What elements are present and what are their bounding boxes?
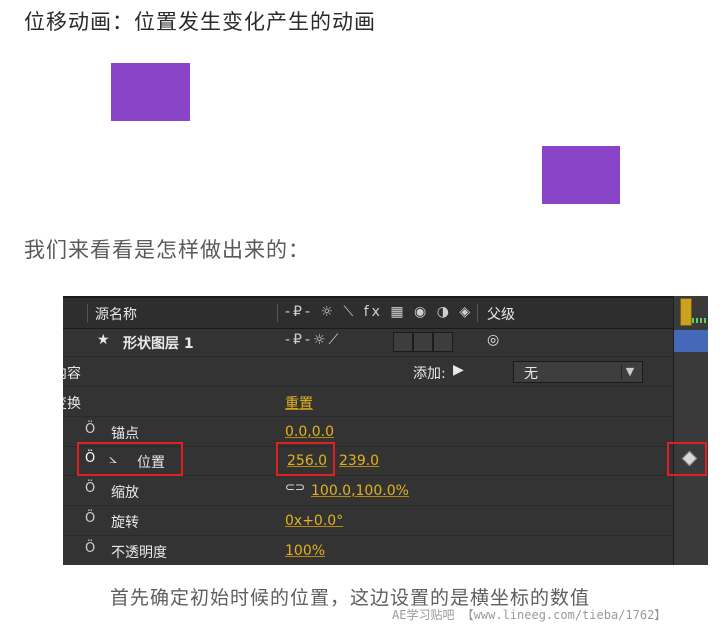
layer-switch-icons[interactable]: -₽-☼⟋ [285, 332, 341, 348]
column-parent[interactable]: 父级 [487, 304, 515, 324]
opacity-value[interactable]: 100% [285, 543, 325, 559]
layer-name[interactable]: 形状图层 1 [123, 333, 194, 353]
opacity-label: 不透明度 [111, 545, 167, 561]
page-heading: 位移动画：位置发生变化产生的动画 [24, 10, 376, 34]
highlight-position-label [77, 442, 183, 476]
switch-box[interactable] [393, 332, 413, 352]
timeline-track[interactable] [673, 296, 708, 565]
column-divider [277, 304, 278, 322]
rotation-value[interactable]: 0x+0.0° [285, 513, 343, 529]
transform-row[interactable]: 变换 重置 [63, 387, 673, 417]
scale-label: 缩放 [111, 485, 139, 501]
switch-box[interactable] [413, 332, 433, 352]
anchor-point-value[interactable]: 0.0,0.0 [285, 424, 334, 440]
stopwatch-icon[interactable]: Ö [85, 541, 95, 556]
reset-link[interactable]: 重置 [285, 393, 313, 413]
anchor-point-label: 锚点 [111, 426, 139, 442]
work-area-start-handle[interactable] [680, 298, 692, 326]
column-source-name[interactable]: 源名称 [95, 304, 137, 324]
contents-label: 内容 [63, 366, 81, 382]
stopwatch-icon[interactable]: Ö [85, 422, 95, 437]
column-divider [477, 304, 478, 322]
contents-row[interactable]: 内容 添加: ▶ [63, 357, 673, 387]
add-label: 添加: [413, 366, 446, 382]
layer-duration-bar[interactable] [674, 330, 708, 352]
layer-switches-icons: -₽- ☼ ⟍ fx ▦ ◉ ◑ ◈ [285, 304, 474, 320]
add-play-icon[interactable]: ▶ [453, 362, 464, 378]
column-divider [87, 304, 88, 322]
purple-square-end [542, 146, 620, 204]
highlight-keyframe [667, 442, 707, 476]
render-bar [692, 318, 708, 323]
timeline-panel: 源名称 -₽- ☼ ⟍ fx ▦ ◉ ◑ ◈ 父级 ★ 形状图层 1 -₽-☼⟋… [63, 296, 708, 565]
rotation-row: Ö 旋转 0x+0.0° [63, 506, 673, 536]
opacity-row: Ö 不透明度 100% [63, 536, 673, 565]
position-y-value[interactable]: 239.0 [339, 453, 379, 469]
timeline-header: 源名称 -₽- ☼ ⟍ fx ▦ ◉ ◑ ◈ 父级 [63, 296, 708, 329]
purple-square-start [111, 63, 190, 121]
stopwatch-icon[interactable]: Ö [85, 511, 95, 526]
switch-box[interactable] [433, 332, 453, 352]
pick-whip-icon[interactable]: ◎ [487, 332, 499, 348]
scale-value[interactable]: 100.0,100.0% [311, 483, 409, 499]
watermark: AE学习贴吧 【www.lineeg.com/tieba/1762】 [392, 608, 667, 622]
highlight-position-x [276, 442, 335, 476]
layer-row[interactable]: ★ 形状图层 1 -₽-☼⟋ ◎ 无 ▼ [63, 327, 673, 383]
constrain-proportions-link-icon[interactable]: ⊂⊃ [285, 480, 305, 494]
scale-row: Ö 缩放 ⊂⊃ 100.0,100.0% [63, 476, 673, 506]
transform-label: 变换 [63, 396, 81, 412]
shape-layer-star-icon: ★ [97, 332, 110, 348]
page-subheading: 我们来看看是怎样做出来的： [24, 238, 310, 262]
stopwatch-icon[interactable]: Ö [85, 481, 95, 496]
rotation-label: 旋转 [111, 515, 139, 531]
